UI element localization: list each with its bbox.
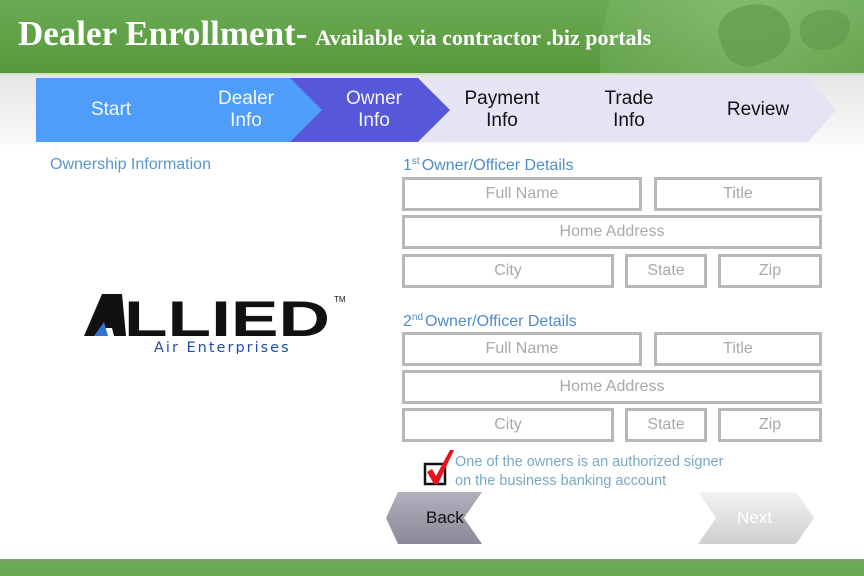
page-title-main: Dealer Enrollment- xyxy=(18,14,308,53)
authorized-signer-checkbox[interactable] xyxy=(423,448,455,486)
signer-label-line: One of the owners is an authorized signe… xyxy=(455,454,724,470)
owner2-title-field[interactable]: Title xyxy=(654,332,822,366)
placeholder: City xyxy=(494,262,522,279)
next-button-label: Next xyxy=(737,508,772,527)
owner1-full-name-field[interactable]: Full Name xyxy=(402,177,642,211)
step-label: Dealer xyxy=(218,88,274,109)
step-label: Info xyxy=(486,110,518,131)
owner2-city-field[interactable]: City xyxy=(402,408,614,442)
back-button[interactable]: Back xyxy=(386,490,486,546)
placeholder: Full Name xyxy=(485,340,559,357)
placeholder: Zip xyxy=(758,416,782,433)
progress-steps: Start Dealer Info Owner Info Payment Inf… xyxy=(0,77,864,143)
logo-tagline: Air Enterprises xyxy=(154,340,291,354)
owner2-ordinal-suffix: nd xyxy=(411,312,424,323)
owner1-ordinal-suffix: st xyxy=(411,156,420,167)
allied-logo-graphic: LLIED TM Air Enterprises xyxy=(84,291,346,356)
owner1-heading-text: Owner/Officer Details xyxy=(421,157,574,174)
step-trade-info[interactable]: Trade Info xyxy=(605,88,654,132)
step-payment-info[interactable]: Payment Info xyxy=(465,88,540,132)
owner2-ordinal: 2 xyxy=(403,313,412,330)
placeholder: State xyxy=(647,262,685,279)
placeholder: State xyxy=(647,416,685,433)
page-title: Dealer Enrollment- Available via contrac… xyxy=(18,14,651,54)
authorized-signer-label[interactable]: One of the owners is an authorized signe… xyxy=(455,453,775,491)
allied-logo: LLIED TM Air Enterprises xyxy=(84,291,348,356)
owner1-heading: 1st Owner/Officer Details xyxy=(403,156,573,175)
owner2-state-field[interactable]: State xyxy=(625,408,707,442)
footer-bar xyxy=(0,561,864,576)
step-label: Review xyxy=(726,99,790,120)
section-title: Ownership Information xyxy=(50,156,211,173)
placeholder: City xyxy=(494,416,522,433)
owner1-ordinal: 1 xyxy=(403,157,412,174)
owner2-zip-field[interactable]: Zip xyxy=(718,408,822,442)
checkbox-checked-icon xyxy=(423,450,454,486)
owner2-full-name-field[interactable]: Full Name xyxy=(402,332,642,366)
owner2-heading-text: Owner/Officer Details xyxy=(425,313,577,330)
placeholder: Title xyxy=(723,185,753,202)
placeholder: Full Name xyxy=(485,185,559,202)
owner1-zip-field[interactable]: Zip xyxy=(718,254,822,288)
next-button[interactable]: Next xyxy=(696,490,816,546)
placeholder: Zip xyxy=(758,262,782,279)
placeholder: Home Address xyxy=(559,223,665,240)
owner2-heading: 2nd Owner/Officer Details xyxy=(403,312,577,331)
owner2-home-address-field[interactable]: Home Address xyxy=(402,370,822,404)
step-label: Start xyxy=(90,99,132,120)
owner1-title-field[interactable]: Title xyxy=(654,177,822,211)
step-label: Trade xyxy=(604,88,654,109)
step-label: Info xyxy=(230,110,262,131)
step-label: Payment xyxy=(464,88,540,109)
signer-label-line: on the business banking account xyxy=(455,473,667,489)
back-button-label: Back xyxy=(426,508,464,527)
owner1-state-field[interactable]: State xyxy=(625,254,707,288)
logo-brand-text: LLIED xyxy=(124,292,330,347)
step-dealer-info[interactable]: Dealer Info xyxy=(218,88,274,132)
page-title-subtitle: Available via contractor .biz portals xyxy=(315,25,652,50)
step-chevron-dealer-info[interactable] xyxy=(36,78,322,142)
owner1-home-address-field[interactable]: Home Address xyxy=(402,215,822,249)
step-label: Info xyxy=(358,110,390,131)
step-start[interactable]: Start xyxy=(91,99,131,121)
logo-trademark: TM xyxy=(334,295,346,304)
step-owner-info[interactable]: Owner Info xyxy=(346,88,402,132)
owner1-city-field[interactable]: City xyxy=(402,254,614,288)
header-banner: Dealer Enrollment- Available via contrac… xyxy=(0,0,864,73)
step-label: Info xyxy=(613,110,645,131)
placeholder: Title xyxy=(723,340,753,357)
placeholder: Home Address xyxy=(559,378,665,395)
step-label: Owner xyxy=(346,88,402,109)
step-review[interactable]: Review xyxy=(727,99,789,121)
